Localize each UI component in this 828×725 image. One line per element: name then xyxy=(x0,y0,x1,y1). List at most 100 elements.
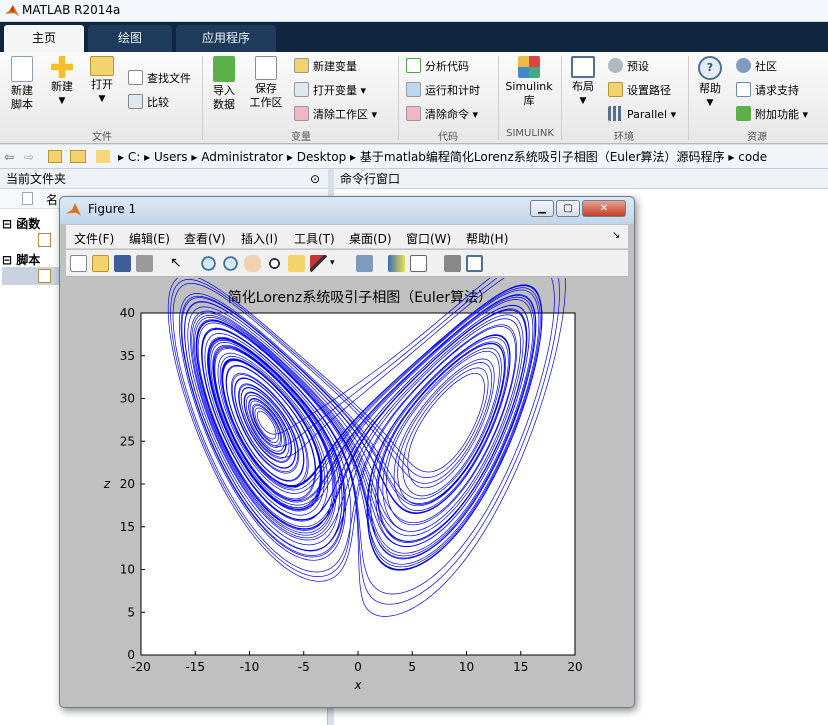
request-support-button[interactable]: 请求支持 xyxy=(736,82,799,100)
simulink-label: Simulink 库 xyxy=(505,80,553,107)
y-tick-label: 35 xyxy=(120,349,135,363)
x-tick-label: -15 xyxy=(185,660,205,674)
collapse-icon[interactable]: ⊟ xyxy=(2,217,12,231)
zoom-in-icon[interactable] xyxy=(200,255,217,272)
pointer-icon[interactable]: ↖ xyxy=(170,255,187,272)
title-bar: MATLAB R2014a xyxy=(0,0,828,22)
column-name-header[interactable]: 名 xyxy=(46,191,58,208)
colorbar-icon[interactable] xyxy=(388,255,405,272)
y-tick-label: 0 xyxy=(127,648,135,662)
x-tick-label: 0 xyxy=(354,660,362,674)
tree-group-functions[interactable]: ⊟ 函数 xyxy=(2,215,40,232)
set-path-button[interactable]: 设置路径 xyxy=(608,82,671,100)
community-button[interactable]: 社区 xyxy=(736,58,777,76)
find-files-button[interactable]: 查找文件 xyxy=(128,70,191,88)
brush-dropdown-icon[interactable]: ▾ xyxy=(330,255,338,272)
open-file-icon[interactable] xyxy=(92,255,109,272)
breadcrumb-segment[interactable]: 基于matlab编程简化Lorenz系统吸引子相图（Euler算法）源码程序 xyxy=(360,150,725,164)
legend-icon[interactable] xyxy=(410,255,427,272)
menu-help[interactable]: 帮助(H) xyxy=(466,230,508,247)
x-axis-label: x xyxy=(353,678,362,692)
import-data-button[interactable]: 导入 数据 xyxy=(206,56,242,112)
y-tick-label: 30 xyxy=(120,392,135,406)
link-plot-icon[interactable] xyxy=(356,255,373,272)
new-script-button[interactable]: 新建 脚本 xyxy=(4,56,40,112)
ribbon: 新建 脚本 新建 ▼ 打开 ▼ 查找文件 比较 文件 导入 数据 保存 工作区 新建… xyxy=(0,52,828,144)
breadcrumb-segment[interactable]: Administrator xyxy=(201,150,283,164)
ribbon-tab-bar: 主页 绘图 应用程序 xyxy=(0,22,828,52)
pane-menu-icon[interactable]: ⊙ xyxy=(310,169,320,189)
help-button[interactable]: ? 帮助 ▼ xyxy=(692,56,728,110)
tab-home[interactable]: 主页 xyxy=(4,25,84,52)
brush-icon[interactable] xyxy=(310,255,327,272)
close-button[interactable]: ✕ xyxy=(582,200,626,217)
group-simulink-label: SIMULINK xyxy=(506,128,554,139)
data-cursor-icon[interactable] xyxy=(288,255,305,272)
clear-workspace-label: 清除工作区 xyxy=(313,108,368,121)
breadcrumb-segment[interactable]: Users xyxy=(154,150,188,164)
menu-view[interactable]: 查看(V) xyxy=(184,230,226,247)
layout-button[interactable]: 布局 ▼ xyxy=(566,56,600,108)
save-icon[interactable] xyxy=(114,255,131,272)
analyze-code-button[interactable]: 分析代码 xyxy=(406,58,469,76)
new-label: 新建 xyxy=(51,80,73,93)
hide-plot-tools-icon[interactable] xyxy=(444,255,461,272)
ribbon-separator xyxy=(398,56,399,140)
figure-title: Figure 1 xyxy=(88,202,137,216)
up-folder-icon[interactable] xyxy=(48,150,62,163)
parallel-icon xyxy=(608,106,623,121)
open-button[interactable]: 打开 ▼ xyxy=(84,56,120,106)
collapse-icon[interactable]: ⊟ xyxy=(2,253,12,267)
browse-folder-icon[interactable] xyxy=(70,150,86,163)
x-tick-label: 10 xyxy=(459,660,474,674)
maximize-button[interactable]: ▢ xyxy=(556,200,580,217)
save-workspace-button[interactable]: 保存 工作区 xyxy=(246,56,286,110)
add-ons-button[interactable]: 附加功能 ▾ xyxy=(736,106,808,124)
compare-label: 比较 xyxy=(147,96,169,109)
current-folder-title: 当前文件夹 xyxy=(6,172,67,186)
group-resources-label: 资源 xyxy=(747,132,767,143)
tab-plots[interactable]: 绘图 xyxy=(88,25,172,52)
y-tick-label: 5 xyxy=(127,605,135,619)
menu-tools[interactable]: 工具(T) xyxy=(294,230,335,247)
open-variable-button[interactable]: 打开变量 ▾ xyxy=(294,82,366,100)
pan-hand-icon[interactable] xyxy=(244,255,261,272)
breadcrumb-segment[interactable]: code xyxy=(738,150,767,164)
back-arrow-icon[interactable]: ⇦ xyxy=(4,145,14,169)
print-icon[interactable] xyxy=(136,255,153,272)
add-ons-label: 附加功能 xyxy=(755,108,799,121)
open-variable-icon xyxy=(294,82,309,97)
minimize-button[interactable]: ▁ xyxy=(530,200,554,217)
breadcrumb-segment[interactable]: C: xyxy=(128,150,140,164)
parallel-button[interactable]: Parallel ▾ xyxy=(608,106,676,124)
run-and-time-button[interactable]: 运行和计时 xyxy=(406,82,480,100)
plus-icon xyxy=(51,56,73,78)
x-tick-label: -5 xyxy=(298,660,310,674)
figure-title-bar[interactable]: Figure 1 ▁ ▢ ✕ xyxy=(60,197,634,224)
clear-commands-label: 清除命令 xyxy=(425,108,469,121)
new-variable-button[interactable]: 新建变量 xyxy=(294,58,357,76)
breadcrumb-segment[interactable]: Desktop xyxy=(297,150,347,164)
compare-button[interactable]: 比较 xyxy=(128,94,169,112)
preferences-button[interactable]: 预设 xyxy=(608,58,649,76)
clear-commands-button[interactable]: 清除命令 ▾ xyxy=(406,106,478,124)
menu-insert[interactable]: 插入(I) xyxy=(241,230,278,247)
new-figure-icon[interactable] xyxy=(70,255,87,272)
menu-edit[interactable]: 编辑(E) xyxy=(129,230,170,247)
clear-workspace-button[interactable]: 清除工作区 ▾ xyxy=(294,106,377,124)
menu-desktop[interactable]: 桌面(D) xyxy=(349,230,392,247)
tree-group-scripts[interactable]: ⊟ 脚本 xyxy=(2,251,40,268)
function-file-icon[interactable] xyxy=(38,233,51,247)
dock-arrow-icon[interactable]: ↘ xyxy=(612,230,620,241)
rotate-3d-icon[interactable] xyxy=(266,255,283,272)
new-button[interactable]: 新建 ▼ xyxy=(44,56,80,108)
forward-arrow-icon[interactable]: ⇨ xyxy=(24,145,34,169)
show-plot-tools-icon[interactable] xyxy=(466,255,483,272)
tab-apps[interactable]: 应用程序 xyxy=(176,25,276,52)
simulink-library-button[interactable]: Simulink 库 xyxy=(504,56,554,108)
menu-file[interactable]: 文件(F) xyxy=(74,230,114,247)
menu-window[interactable]: 窗口(W) xyxy=(406,230,451,247)
zoom-out-icon[interactable] xyxy=(222,255,239,272)
layout-label: 布局 xyxy=(572,80,594,93)
add-ons-icon xyxy=(736,106,751,121)
